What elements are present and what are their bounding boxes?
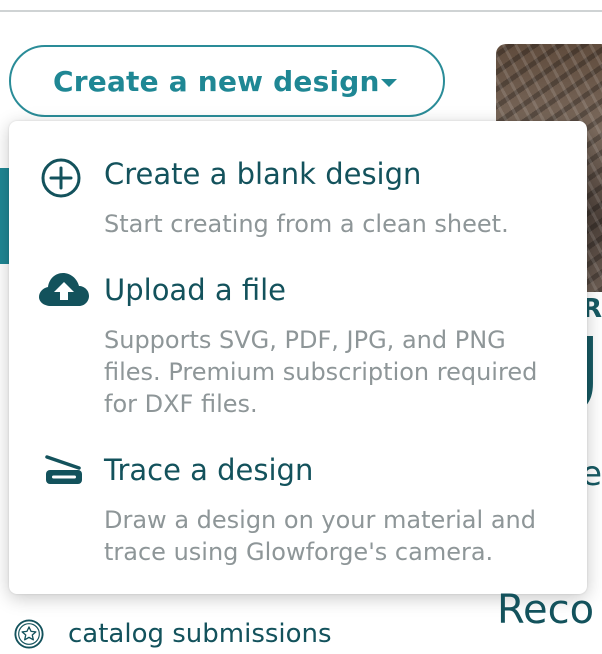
menu-item-title: Trace a design <box>104 453 314 487</box>
menu-item-create-blank-design[interactable]: Create a blank design Start creating fro… <box>9 156 587 246</box>
star-badge-icon <box>14 619 44 649</box>
menu-item-title: Upload a file <box>104 273 286 307</box>
create-new-design-label: Create a new design <box>53 64 380 98</box>
menu-item-description: Supports SVG, PDF, JPG, and PNG files. P… <box>104 326 538 418</box>
cloud-upload-icon <box>39 273 89 306</box>
recommendations-heading: Reco <box>497 587 595 633</box>
top-divider <box>0 10 602 12</box>
menu-item-description: Start creating from a clean sheet. <box>104 210 509 238</box>
create-new-design-button[interactable]: Create a new design <box>9 45 445 117</box>
sidebar-item-label: catalog submissions <box>68 619 332 649</box>
menu-item-description: Draw a design on your material and trace… <box>104 506 536 566</box>
create-design-dropdown: Create a blank design Start creating fro… <box>9 121 587 594</box>
menu-item-upload-a-file[interactable]: Upload a file Supports SVG, PDF, JPG, an… <box>9 272 587 422</box>
menu-item-trace-a-design[interactable]: Trace a design Draw a design on your mat… <box>9 452 587 570</box>
menu-item-title: Create a blank design <box>104 157 422 191</box>
sidebar-item-catalog-submissions[interactable]: catalog submissions <box>14 614 332 654</box>
plus-circle-icon <box>41 158 81 198</box>
scanner-icon <box>45 455 82 484</box>
caret-down-icon <box>381 79 397 87</box>
